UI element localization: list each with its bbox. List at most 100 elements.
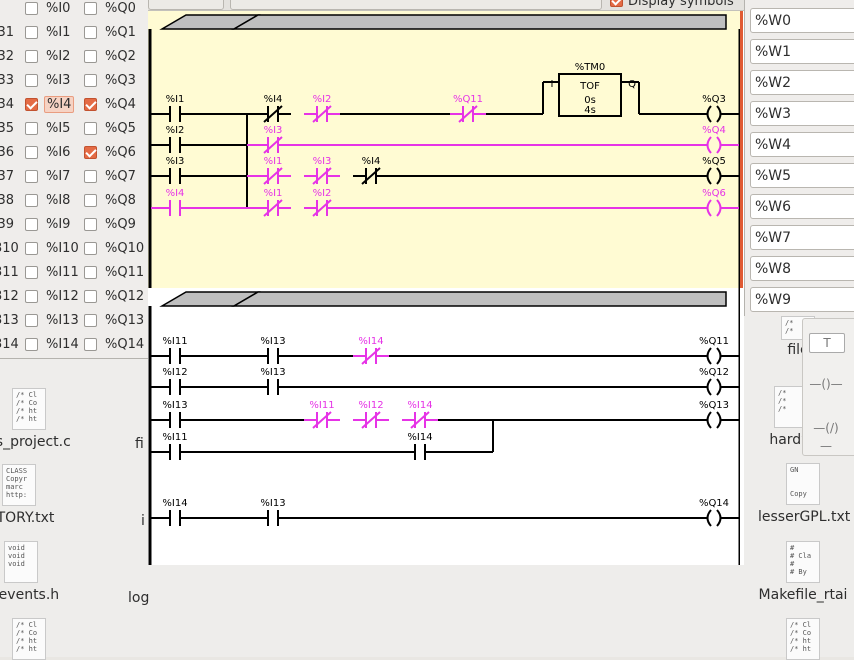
input-checkbox[interactable] bbox=[25, 194, 38, 207]
rung-comment-bar[interactable] bbox=[231, 291, 727, 307]
contact-nc[interactable]: %I4 bbox=[353, 156, 389, 185]
contact-no[interactable]: %I1 bbox=[157, 94, 193, 122]
contact-no[interactable]: %I13 bbox=[255, 367, 291, 395]
contact-no[interactable]: %I3 bbox=[157, 156, 193, 184]
output-checkbox[interactable] bbox=[84, 98, 97, 111]
toolbar-button[interactable] bbox=[230, 0, 602, 10]
contact-no[interactable]: %I2 bbox=[157, 125, 193, 153]
input-checkbox[interactable] bbox=[25, 98, 38, 111]
input-checkbox[interactable] bbox=[25, 26, 38, 39]
contact-nc[interactable]: %I1 bbox=[255, 188, 291, 217]
contact-nc[interactable]: %I14 bbox=[353, 336, 389, 365]
output-checkbox[interactable] bbox=[84, 266, 97, 279]
contact-no[interactable]: %I12 bbox=[157, 367, 193, 395]
tool-text-button[interactable]: T bbox=[809, 333, 845, 353]
desktop-file-icon[interactable]: /* Cl /* Co /* ht /* ht es_project.c bbox=[0, 388, 74, 450]
input-checkbox[interactable] bbox=[25, 170, 38, 183]
coil[interactable]: %Q4 bbox=[696, 125, 734, 154]
output-checkbox[interactable] bbox=[84, 26, 97, 39]
input-checkbox[interactable] bbox=[25, 266, 38, 279]
output-checkbox[interactable] bbox=[84, 2, 97, 15]
coil[interactable]: %Q11 bbox=[696, 336, 734, 365]
output-checkbox[interactable] bbox=[84, 314, 97, 327]
checkbox-icon[interactable] bbox=[610, 0, 623, 7]
contact-nc[interactable]: %I12 bbox=[353, 400, 389, 429]
desktop-file-icon[interactable]: GN Copy lesserGPL.txt bbox=[758, 463, 850, 525]
desktop-file-icon[interactable]: void void void g_events.h bbox=[0, 541, 66, 603]
contact-nc[interactable]: %I11 bbox=[304, 400, 340, 429]
input-checkbox[interactable] bbox=[25, 50, 38, 63]
display-symbols-checkbox[interactable]: Display symbols bbox=[610, 0, 734, 9]
contact-nc[interactable]: %I2 bbox=[304, 188, 340, 217]
tool-negated-coil-button[interactable]: —(/)— bbox=[809, 419, 843, 453]
coil[interactable]: %Q3 bbox=[696, 94, 734, 123]
contact-nc[interactable]: %I2 bbox=[304, 94, 340, 123]
word-field[interactable]: %W2 bbox=[750, 70, 854, 95]
output-checkbox[interactable] bbox=[84, 218, 97, 231]
coil[interactable]: %Q5 bbox=[696, 156, 734, 185]
word-field[interactable]: %W9 bbox=[750, 287, 854, 312]
input-label: %I13 bbox=[46, 313, 79, 328]
input-checkbox[interactable] bbox=[25, 146, 38, 159]
element-label: %I2 bbox=[313, 188, 332, 199]
contact-nc[interactable]: %I4 bbox=[255, 94, 291, 123]
coil[interactable]: %Q14 bbox=[696, 498, 734, 527]
input-checkbox[interactable] bbox=[25, 338, 38, 351]
contact-nc[interactable]: %I3 bbox=[304, 156, 340, 185]
toolbar-button[interactable] bbox=[148, 0, 224, 10]
contact-nc[interactable]: %I14 bbox=[402, 400, 438, 429]
desktop-file-icon[interactable]: /* Cl /* Co /* ht /* ht bbox=[0, 618, 74, 660]
contact-nc[interactable]: %I1 bbox=[255, 156, 291, 185]
word-field[interactable]: %W1 bbox=[750, 39, 854, 64]
word-field[interactable]: %W4 bbox=[750, 132, 854, 157]
tool-coil-button[interactable]: —()— bbox=[809, 375, 843, 393]
input-checkbox[interactable] bbox=[25, 74, 38, 87]
contact-no[interactable]: %I13 bbox=[255, 498, 291, 526]
file-label[interactable]: fi bbox=[135, 436, 144, 452]
contact-no[interactable]: %I14 bbox=[402, 432, 438, 460]
file-label[interactable]: log bbox=[128, 590, 149, 606]
output-checkbox[interactable] bbox=[84, 290, 97, 303]
output-checkbox[interactable] bbox=[84, 50, 97, 63]
word-field[interactable]: %W8 bbox=[750, 256, 854, 281]
input-checkbox[interactable] bbox=[25, 290, 38, 303]
coil[interactable]: %Q12 bbox=[696, 367, 734, 396]
coil[interactable]: %Q6 bbox=[696, 188, 734, 217]
input-checkbox[interactable] bbox=[25, 122, 38, 135]
element-label: %Q14 bbox=[699, 498, 729, 509]
input-checkbox[interactable] bbox=[25, 2, 38, 15]
contact-no[interactable]: %I13 bbox=[255, 336, 291, 364]
word-field[interactable]: %W7 bbox=[750, 225, 854, 250]
output-checkbox[interactable] bbox=[84, 338, 97, 351]
file-label[interactable]: i bbox=[141, 513, 145, 529]
output-checkbox[interactable] bbox=[84, 170, 97, 183]
output-checkbox[interactable] bbox=[84, 74, 97, 87]
output-checkbox[interactable] bbox=[84, 122, 97, 135]
contact-no[interactable]: %I14 bbox=[157, 498, 193, 526]
output-checkbox[interactable] bbox=[84, 242, 97, 255]
word-field[interactable]: %W5 bbox=[750, 163, 854, 188]
contact-no[interactable]: %I11 bbox=[157, 336, 193, 364]
word-field[interactable]: %W3 bbox=[750, 101, 854, 126]
word-field[interactable]: %W6 bbox=[750, 194, 854, 219]
coil[interactable]: %Q13 bbox=[696, 400, 734, 429]
rung-2[interactable]: %I11 %I13 %I14 %Q11 %I12 %I13 %Q12 %I13 %I11 %I12… bbox=[148, 288, 742, 565]
contact-no[interactable]: %I4 bbox=[157, 188, 193, 216]
timer-block[interactable]: %TM0TOF0s4sI Q bbox=[551, 62, 637, 117]
desktop-file-icon[interactable]: # # Cla # # By Makefile_rtai bbox=[758, 541, 848, 603]
input-checkbox[interactable] bbox=[25, 314, 38, 327]
rung-1[interactable]: %I1 %I4 %I2 %Q11 %TM0 TOF 0s 4s I Q %Q3 %I2 %I3 %Q4 %I… bbox=[148, 11, 743, 288]
contact-nc[interactable]: %I3 bbox=[255, 125, 291, 154]
word-field[interactable]: %W0 bbox=[750, 8, 854, 33]
input-checkbox[interactable] bbox=[25, 242, 38, 255]
contact-no[interactable]: %I11 bbox=[157, 432, 193, 460]
contact-nc[interactable]: %Q11 bbox=[450, 94, 486, 123]
output-checkbox[interactable] bbox=[84, 194, 97, 207]
desktop-file-icon[interactable]: CLASS Copyr marc http: ISTORY.txt bbox=[0, 464, 64, 526]
output-checkbox[interactable] bbox=[84, 146, 97, 159]
input-checkbox[interactable] bbox=[25, 218, 38, 231]
desktop-file-icon[interactable]: /* Cl /* Co /* ht /* ht bbox=[758, 618, 848, 660]
rung-comment-bar[interactable] bbox=[231, 14, 727, 30]
element-label: %I4 bbox=[362, 156, 381, 167]
contact-no[interactable]: %I13 bbox=[157, 400, 193, 428]
